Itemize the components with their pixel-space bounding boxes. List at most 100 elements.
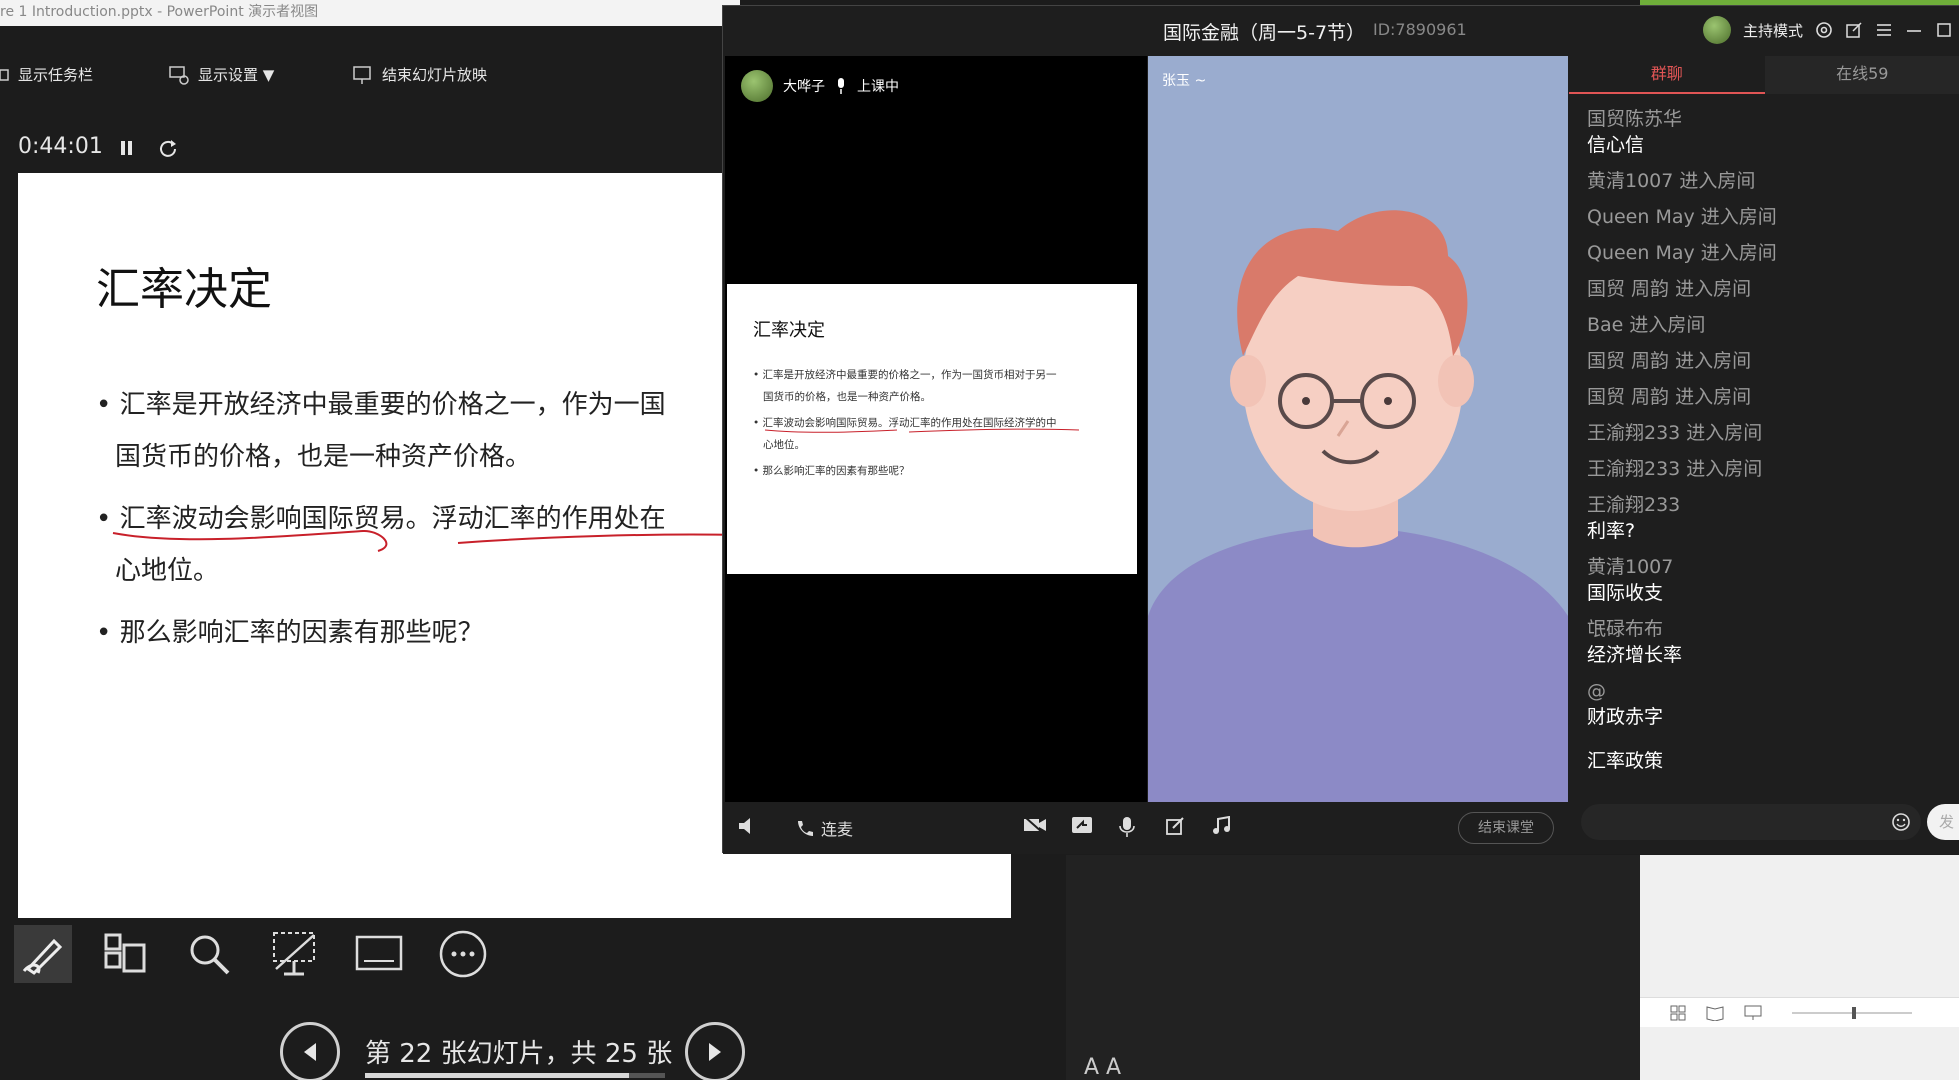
- presenter-toolbar: 显示任务栏 显示设置 ▼ 结束幻灯片放映: [0, 26, 740, 108]
- class-id: ID:7890961: [1373, 20, 1467, 39]
- minimize-icon[interactable]: [1905, 21, 1923, 39]
- popout-icon[interactable]: [1845, 21, 1863, 39]
- tab-group-chat[interactable]: 群聊: [1569, 56, 1765, 94]
- teacher-video: 大哗子 上课中 汇率决定 • 汇率是开放经济中最重要的价格之一，作为一国货币相对…: [725, 56, 1147, 802]
- chat-message: 汇率政策: [1587, 748, 1957, 774]
- mic-link-button[interactable]: 连麦: [795, 816, 853, 840]
- chat-message-sender: 氓碌布布: [1587, 618, 1664, 640]
- teacher-status: 上课中: [857, 79, 899, 95]
- end-class-button[interactable]: 结束课堂: [1458, 812, 1554, 844]
- chat-message-sender: @: [1587, 680, 1606, 702]
- host-mode-label[interactable]: 主持模式: [1743, 20, 1803, 41]
- microphone-button[interactable]: [1119, 816, 1135, 838]
- previous-slide-button[interactable]: [280, 1022, 340, 1080]
- chat-message: 王渝翔233 利率?: [1587, 492, 1957, 544]
- subtitles-button[interactable]: [350, 925, 408, 983]
- microphone-icon: [838, 78, 844, 94]
- black-screen-button[interactable]: [266, 925, 324, 983]
- chat-message-text: 信心信: [1587, 134, 1645, 156]
- subtitles-icon: [355, 935, 403, 971]
- chat-message: 黄清1007 进入房间: [1587, 168, 1957, 194]
- send-button[interactable]: 发: [1927, 804, 1959, 840]
- more-options-button[interactable]: [434, 925, 492, 983]
- student-avatar-illustration: [1148, 210, 1568, 802]
- chat-message-list: 国贸陈苏华 信心信黄清1007 进入房间 Queen May 进入房间 Queen M…: [1587, 106, 1957, 784]
- music-icon: [1213, 816, 1230, 834]
- normal-view-icon[interactable]: [1670, 1005, 1686, 1021]
- chat-message-sender: 国贸 周韵 进入房间: [1587, 386, 1752, 408]
- chat-message-sender: Queen May 进入房间: [1587, 242, 1777, 264]
- see-all-slides-button[interactable]: [96, 925, 154, 983]
- display-settings-label: 显示设置 ▼: [198, 66, 275, 84]
- next-slide-button[interactable]: [685, 1022, 745, 1080]
- chat-message-sender: Queen May 进入房间: [1587, 206, 1777, 228]
- shared-slide-preview: 汇率决定 • 汇率是开放经济中最重要的价格之一，作为一国货币相对于另一 国货币的…: [727, 284, 1137, 574]
- elapsed-timer: 0:44:01: [18, 134, 103, 159]
- live-titlebar: 国际金融（周一5-7节） ID:7890961 主持模式: [723, 6, 1959, 56]
- zoom-button[interactable]: [180, 925, 238, 983]
- music-button[interactable]: [1211, 816, 1231, 836]
- chat-message-sender: Bae 进入房间: [1587, 314, 1706, 336]
- settings-icon[interactable]: [1815, 21, 1833, 39]
- chat-message: 国贸 周韵 进入房间: [1587, 348, 1957, 374]
- timer-row: 0:44:01: [0, 126, 740, 170]
- slideshow-view-icon[interactable]: [1744, 1005, 1762, 1021]
- host-controls: 主持模式: [1703, 16, 1953, 44]
- chat-message: 国贸 周韵 进入房间: [1587, 276, 1957, 302]
- teacher-label: 大哗子 上课中: [741, 70, 899, 102]
- chat-message: Queen May 进入房间: [1587, 240, 1957, 266]
- magnifier-icon: [190, 935, 230, 975]
- pause-icon[interactable]: [120, 140, 134, 156]
- slide-navigation: 第 22 张幻灯片，共 25 张: [270, 1015, 770, 1080]
- live-class-window: 国际金融（周一5-7节） ID:7890961 主持模式 大哗子 上课中 汇率决…: [722, 5, 1959, 854]
- chat-message: 国贸陈苏华 信心信: [1587, 106, 1957, 158]
- menu-icon[interactable]: [1875, 21, 1893, 39]
- notes-pane[interactable]: A A: [1066, 855, 1641, 1080]
- phone-icon: [798, 821, 813, 836]
- chat-message-sender: 王渝翔233 进入房间: [1587, 458, 1763, 480]
- end-slideshow-icon: [353, 65, 371, 84]
- chat-message: 黄清1007 国际收支: [1587, 554, 1957, 606]
- display-settings-button[interactable]: 显示设置 ▼: [168, 64, 274, 85]
- chat-message-sender: 国贸 周韵 进入房间: [1587, 350, 1752, 372]
- zoom-slider[interactable]: [1782, 1005, 1922, 1021]
- arrow-left-icon: [304, 1043, 316, 1061]
- chat-panel: 群聊 在线59 国贸陈苏华 信心信黄清1007 进入房间 Queen May 进入房…: [1569, 56, 1959, 854]
- end-slideshow-label: 结束幻灯片放映: [382, 66, 488, 84]
- mic-link-label: 连麦: [821, 820, 854, 839]
- restart-timer-icon[interactable]: [158, 138, 178, 158]
- tab-online[interactable]: 在线59: [1764, 56, 1959, 94]
- mic-icon: [1119, 817, 1135, 837]
- share-screen-button[interactable]: [1071, 816, 1093, 834]
- chat-message-sender: 王渝翔233 进入房间: [1587, 422, 1763, 444]
- chat-message-text: 国际收支: [1587, 582, 1664, 604]
- edit-icon: [1166, 817, 1184, 835]
- chat-message: Queen May 进入房间: [1587, 204, 1957, 230]
- host-avatar[interactable]: [1703, 16, 1731, 44]
- end-slideshow-button[interactable]: 结束幻灯片放映: [352, 64, 487, 85]
- whiteboard-button[interactable]: [1165, 816, 1185, 836]
- notes-font-size-buttons[interactable]: A A: [1084, 1055, 1121, 1080]
- camera-toggle-button[interactable]: [1023, 816, 1047, 834]
- display-settings-icon: [169, 65, 189, 85]
- taskbar-icon: [0, 68, 9, 81]
- shared-slide-annotation: [764, 428, 1080, 433]
- volume-button[interactable]: [737, 816, 759, 836]
- chat-message: @ 财政赤字: [1587, 678, 1957, 730]
- live-controls-bar: 连麦 结束课堂: [723, 802, 1569, 854]
- chat-message-sender: 国贸 周韵 进入房间: [1587, 278, 1752, 300]
- chat-tabs: 群聊 在线59: [1569, 56, 1959, 94]
- ppt-window-title: re 1 Introduction.pptx - PowerPoint 演示者视…: [0, 0, 740, 26]
- emoji-icon[interactable]: [1891, 812, 1911, 832]
- class-title: 国际金融（周一5-7节）: [1163, 22, 1366, 44]
- student-video: 张玉 ~: [1148, 56, 1568, 802]
- maximize-icon[interactable]: [1935, 21, 1953, 39]
- show-taskbar-button[interactable]: 显示任务栏: [0, 64, 93, 85]
- speaker-icon: [739, 818, 750, 834]
- reading-view-icon[interactable]: [1706, 1005, 1724, 1021]
- chat-message-sender: 王渝翔233: [1587, 494, 1681, 516]
- chat-message-text: 汇率政策: [1587, 750, 1664, 772]
- pen-tool-button[interactable]: [14, 925, 72, 983]
- chat-input[interactable]: [1581, 804, 1921, 840]
- background-window: [1640, 855, 1959, 1080]
